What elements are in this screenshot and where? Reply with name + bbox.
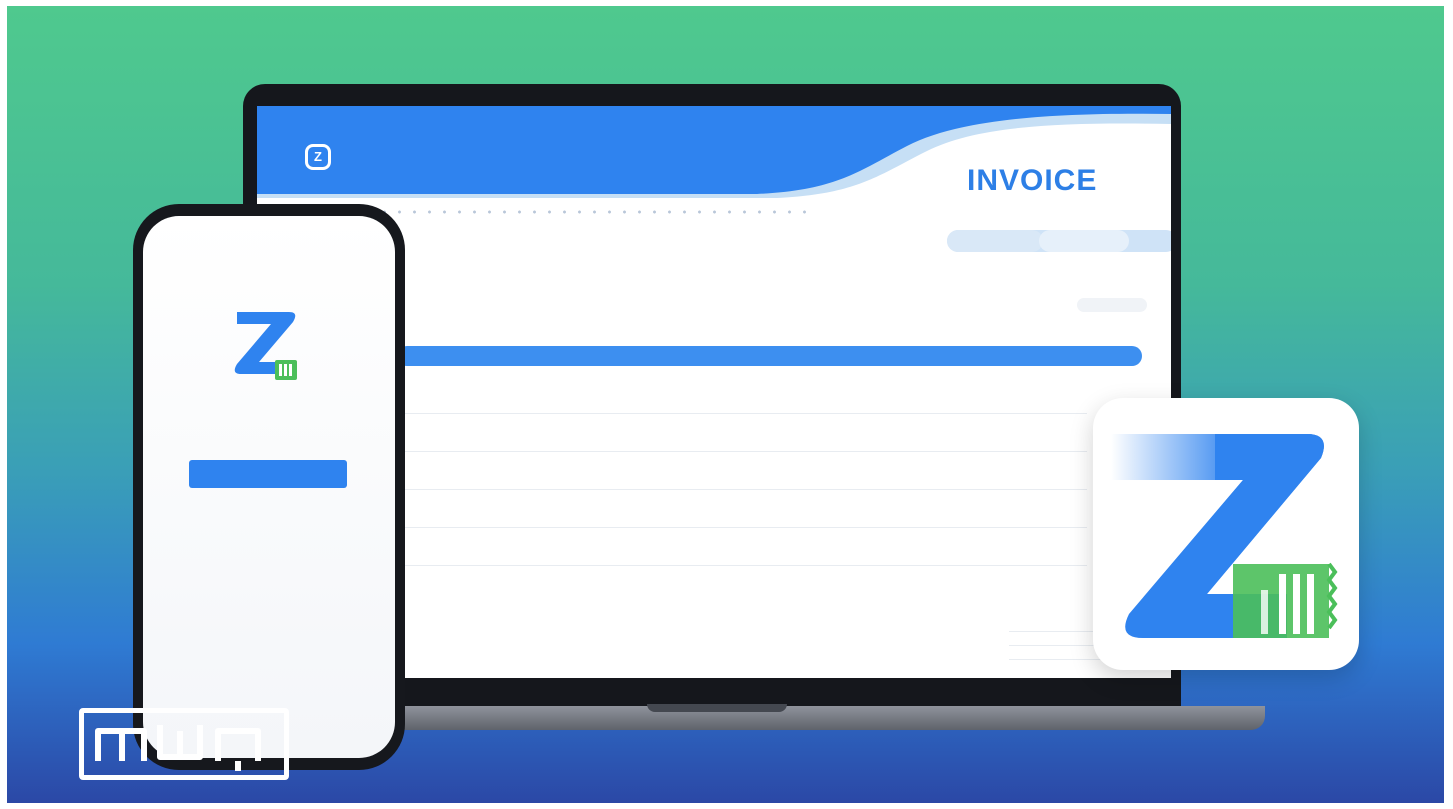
promo-banner: Z INVOICE	[7, 6, 1444, 803]
app-icon-card	[1093, 398, 1359, 670]
invoice-logo-icon: Z	[305, 144, 331, 170]
app-logo-icon	[234, 312, 297, 380]
table-row[interactable]	[397, 530, 1087, 566]
phone-screen	[143, 216, 395, 758]
dotted-divider	[377, 209, 817, 215]
invoice-title: INVOICE	[967, 164, 1098, 197]
phone-primary-button[interactable]	[189, 460, 347, 488]
table-row[interactable]	[397, 492, 1087, 528]
laptop-brand-label	[637, 686, 757, 700]
invoice-header-wave	[257, 106, 1171, 198]
zoho-invoice-app-icon	[1111, 434, 1338, 638]
table-row[interactable]	[397, 454, 1087, 490]
mwn-logo	[79, 708, 289, 780]
invoice-meta-pill	[947, 230, 1171, 252]
mwn-logo-icon	[95, 725, 261, 771]
table-row[interactable]	[397, 416, 1087, 452]
invoice-amount-box	[1077, 298, 1147, 312]
table-header	[397, 346, 1142, 366]
table-row[interactable]	[397, 378, 1087, 414]
laptop-notch	[647, 704, 787, 712]
laptop-base	[387, 706, 1265, 730]
